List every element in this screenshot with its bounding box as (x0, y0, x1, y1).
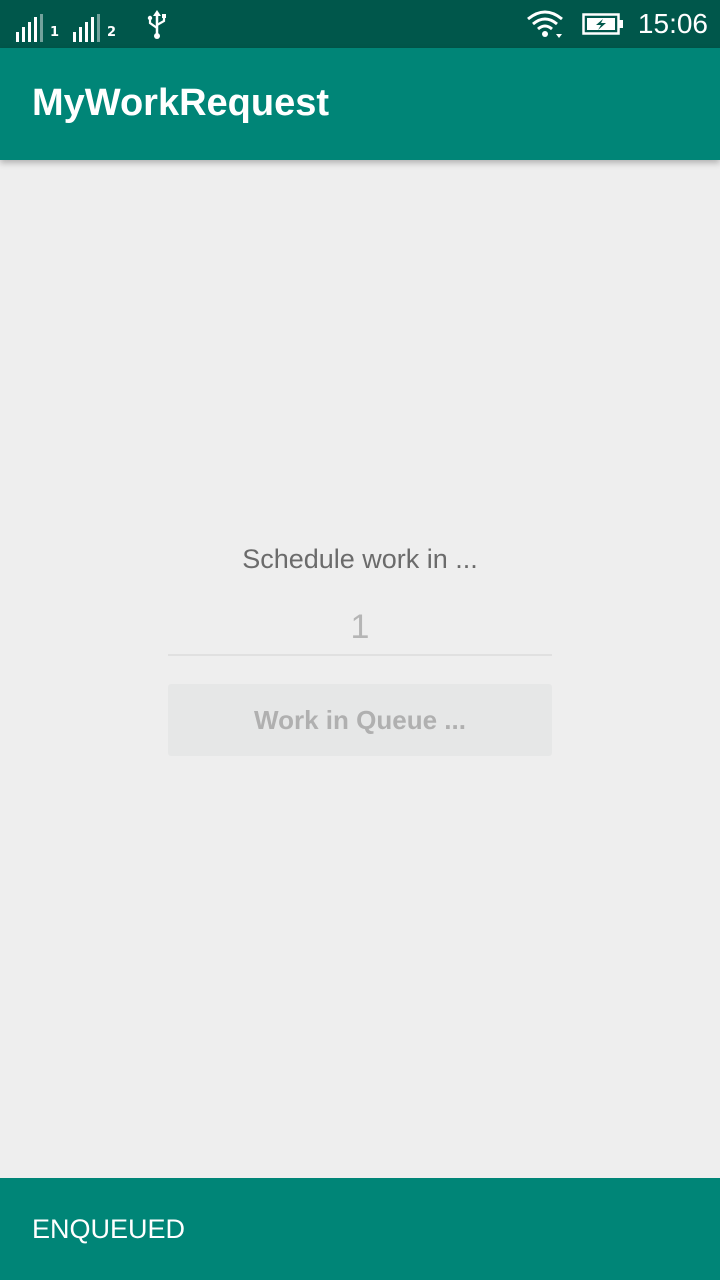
app-screen: 1 2 15:06 MyWorkRequest Schedule work in… (0, 0, 720, 1280)
clock: 15:06 (637, 8, 708, 39)
usb-icon (147, 10, 166, 39)
app-title: MyWorkRequest (32, 82, 330, 124)
schedule-label: Schedule work in ... (242, 544, 478, 574)
sim1-label: 1 (50, 25, 60, 40)
app-bar: MyWorkRequest (0, 48, 720, 160)
work-in-queue-button[interactable]: Work in Queue ... (168, 684, 552, 756)
battery-charging-icon (582, 13, 623, 35)
sim2-label: 2 (107, 25, 117, 40)
work-status-text: ENQUEUED (32, 1214, 186, 1244)
wifi-icon (526, 10, 563, 38)
status-footer: ENQUEUED (0, 1178, 720, 1280)
signal-group: 1 2 (16, 10, 130, 42)
signal-icon (16, 14, 46, 42)
work-count-input[interactable] (168, 600, 552, 656)
status-right: 15:06 (526, 0, 708, 48)
status-bar: 1 2 15:06 (0, 0, 720, 48)
signal-icon (73, 14, 103, 42)
